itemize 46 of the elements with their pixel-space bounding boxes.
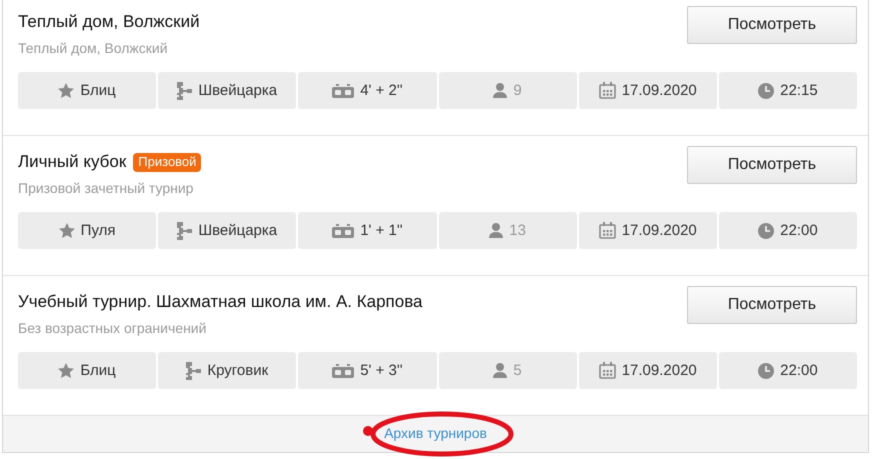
clock-icon bbox=[758, 222, 774, 238]
tournament-subtitle: Призовой зачетный турнир bbox=[18, 179, 194, 198]
bracket-icon bbox=[186, 362, 202, 380]
chip-players: 9 bbox=[513, 82, 522, 99]
chip-date: 17.09.2020 bbox=[622, 82, 697, 99]
bracket-icon bbox=[177, 222, 192, 240]
view-button[interactable]: Посмотреть bbox=[687, 146, 857, 184]
chip-control: 4' + 2'' bbox=[360, 82, 403, 99]
view-button[interactable]: Посмотреть bbox=[687, 286, 857, 324]
chip-players: 5 bbox=[513, 362, 522, 379]
chip-type: Блиц bbox=[80, 82, 116, 99]
chip-players: 13 bbox=[509, 222, 526, 239]
person-icon bbox=[493, 83, 508, 98]
chip-system: Швейцарка bbox=[198, 82, 278, 99]
calendar-icon bbox=[598, 222, 616, 239]
clock-icon bbox=[758, 362, 774, 378]
star-icon bbox=[58, 363, 74, 378]
tournament-title: Теплый дом, Волжский bbox=[18, 12, 200, 32]
chip-control: 5' + 3'' bbox=[360, 362, 403, 379]
chip-control: 1' + 1'' bbox=[360, 222, 403, 239]
bracket-icon bbox=[177, 82, 192, 100]
tournament-title: Личный кубок bbox=[18, 152, 126, 172]
chip-date: 17.09.2020 bbox=[622, 362, 697, 379]
chip-time: 22:00 bbox=[780, 222, 818, 239]
view-button[interactable]: Посмотреть bbox=[687, 6, 857, 44]
chip-time: 22:00 bbox=[780, 362, 818, 379]
tournament-subtitle: Без возрастных ограничений bbox=[18, 319, 208, 338]
chess-clock-icon bbox=[332, 364, 354, 378]
person-icon bbox=[493, 363, 508, 378]
chip-time: 22:15 bbox=[780, 82, 818, 99]
chess-clock-icon bbox=[332, 224, 354, 238]
star-icon bbox=[58, 223, 75, 238]
prize-badge: Призовой bbox=[133, 152, 202, 172]
chip-date: 17.09.2020 bbox=[622, 222, 697, 239]
chip-type: Пуля bbox=[80, 222, 116, 239]
chip-type: Блиц bbox=[80, 362, 116, 379]
clock-icon bbox=[758, 82, 774, 98]
person-icon bbox=[489, 223, 504, 238]
chip-system: Швейцарка bbox=[198, 222, 278, 239]
chess-clock-icon bbox=[332, 84, 354, 98]
star-icon bbox=[58, 83, 74, 98]
tournament-title: Учебный турнир. Шахматная школа им. А. Карпова bbox=[18, 292, 422, 312]
chip-system: Круговик bbox=[207, 362, 268, 379]
calendar-icon bbox=[598, 362, 616, 379]
calendar-icon bbox=[598, 82, 616, 99]
tournament-subtitle: Теплый дом, Волжский bbox=[18, 39, 169, 58]
